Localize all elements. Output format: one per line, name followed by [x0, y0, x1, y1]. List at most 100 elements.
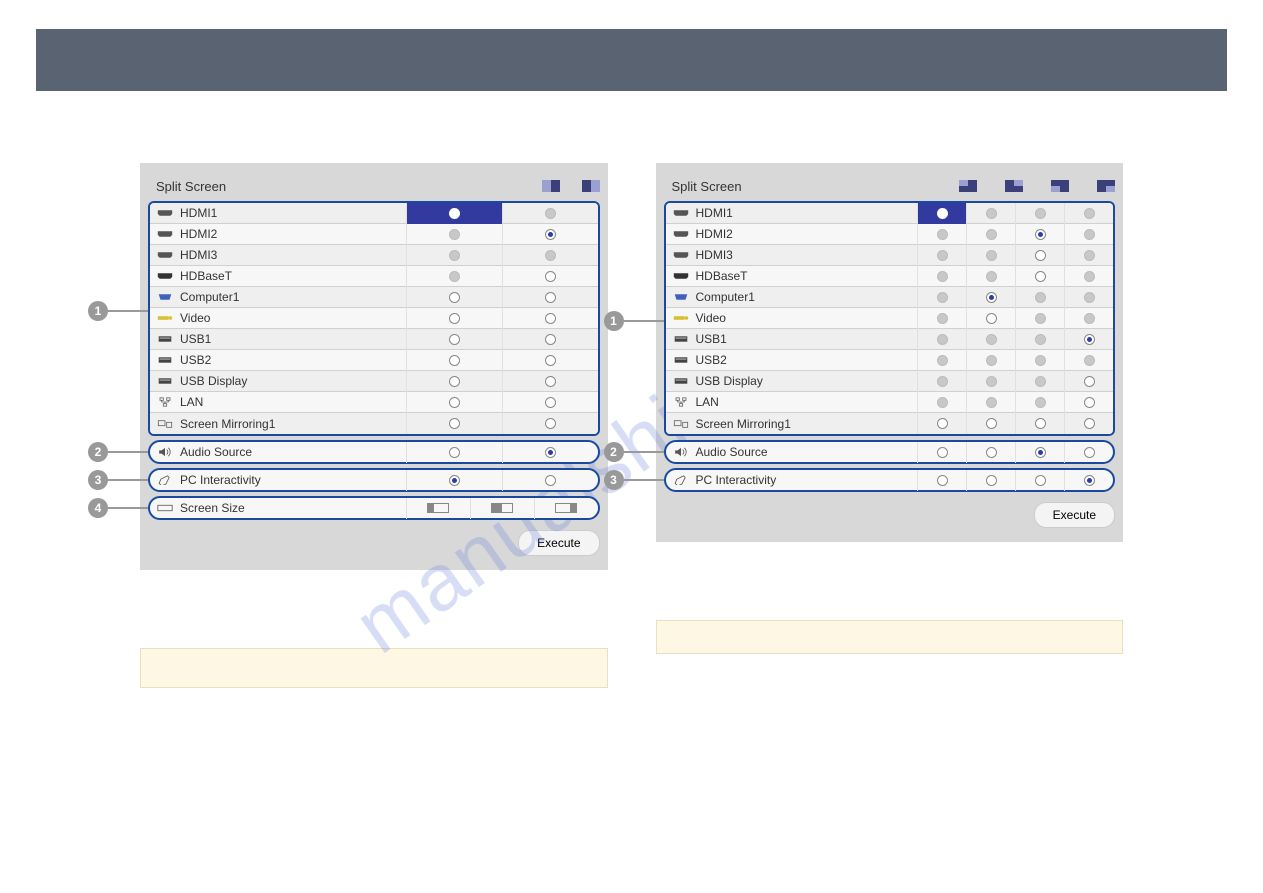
radio-cell[interactable] [406, 287, 502, 308]
callout-badge: 1 [88, 301, 108, 321]
radio-cell[interactable] [1015, 224, 1064, 245]
radio-cell[interactable] [502, 371, 598, 392]
source-label: HDMI2 [696, 227, 918, 241]
radio-cell[interactable] [502, 329, 598, 350]
radio-cell [966, 350, 1015, 371]
radio-cell[interactable] [966, 413, 1015, 434]
radio-cell[interactable] [1064, 329, 1113, 350]
execute-button[interactable]: Execute [518, 530, 599, 556]
radio-cell[interactable] [502, 392, 598, 413]
source-row: HDMI3 [666, 245, 1114, 266]
panel-title: Split Screen [672, 179, 960, 194]
note-box [656, 620, 1124, 654]
mirror-icon [666, 419, 696, 429]
radio-cell[interactable] [966, 308, 1015, 329]
setting-label: Audio Source [696, 445, 918, 459]
radio-cell[interactable] [1064, 470, 1113, 491]
usb-icon [666, 355, 696, 365]
radio-cell[interactable] [406, 371, 502, 392]
source-label: USB Display [696, 374, 918, 388]
radio-cell[interactable] [502, 470, 598, 491]
radio-cell[interactable] [1015, 413, 1064, 434]
radio-cell[interactable] [1064, 442, 1113, 463]
radio-cell[interactable] [406, 442, 502, 463]
radio-cell [1015, 350, 1064, 371]
radio-cell [917, 329, 966, 350]
radio-cell[interactable] [502, 442, 598, 463]
source-row: HDMI1 [150, 203, 598, 224]
radio-cell [1015, 308, 1064, 329]
hdbt-icon [150, 271, 180, 281]
source-label: Video [696, 311, 918, 325]
radio-cell[interactable] [1064, 392, 1113, 413]
radio-cell [1064, 224, 1113, 245]
source-label: HDMI1 [180, 206, 406, 220]
radio-cell[interactable] [406, 413, 502, 434]
radio-cell [406, 224, 502, 245]
screen-size-option[interactable] [470, 498, 534, 519]
radio-cell[interactable] [1015, 245, 1064, 266]
radio-cell[interactable] [406, 392, 502, 413]
radio-cell[interactable] [966, 470, 1015, 491]
source-row: LAN [666, 392, 1114, 413]
size-icon [150, 503, 180, 513]
radio-cell[interactable] [502, 308, 598, 329]
source-label: USB1 [696, 332, 918, 346]
callout-badge: 4 [88, 498, 108, 518]
radio-cell[interactable] [406, 350, 502, 371]
radio-cell[interactable] [406, 308, 502, 329]
radio-cell[interactable] [917, 413, 966, 434]
note-box [140, 648, 608, 688]
pen-icon [666, 475, 696, 485]
radio-cell [966, 245, 1015, 266]
lan-icon [150, 397, 180, 407]
radio-cell [917, 308, 966, 329]
radio-cell [966, 203, 1015, 224]
radio-cell[interactable] [502, 224, 598, 245]
source-list: HDMI1HDMI2HDMI3HDBaseTComputer1VideoUSB1… [664, 201, 1116, 436]
usb-icon [150, 334, 180, 344]
source-row: USB2 [666, 350, 1114, 371]
screen-size-option[interactable] [406, 498, 470, 519]
radio-cell [917, 245, 966, 266]
radio-cell[interactable] [502, 287, 598, 308]
radio-cell[interactable] [917, 203, 966, 224]
radio-cell [917, 224, 966, 245]
radio-cell[interactable] [966, 287, 1015, 308]
radio-cell[interactable] [966, 442, 1015, 463]
vga-icon [150, 292, 180, 302]
radio-cell [1064, 203, 1113, 224]
radio-cell [502, 203, 598, 224]
radio-cell [966, 371, 1015, 392]
radio-cell [502, 245, 598, 266]
radio-cell [406, 266, 502, 287]
radio-cell[interactable] [1064, 413, 1113, 434]
source-label: LAN [696, 395, 918, 409]
layout-icon-bl [1051, 180, 1069, 192]
radio-cell[interactable] [1015, 470, 1064, 491]
pen-icon [150, 475, 180, 485]
radio-cell[interactable] [406, 470, 502, 491]
radio-cell[interactable] [502, 266, 598, 287]
source-label: Screen Mirroring1 [696, 417, 918, 431]
radio-cell[interactable] [406, 203, 502, 224]
radio-cell[interactable] [406, 329, 502, 350]
source-row: USB Display [666, 371, 1114, 392]
radio-cell [917, 350, 966, 371]
source-label: Computer1 [180, 290, 406, 304]
radio-cell[interactable] [502, 350, 598, 371]
radio-cell[interactable] [917, 442, 966, 463]
layout-icon-br [1097, 180, 1115, 192]
radio-cell[interactable] [502, 413, 598, 434]
radio-cell[interactable] [1015, 266, 1064, 287]
radio-cell[interactable] [917, 470, 966, 491]
screen-size-option[interactable] [534, 498, 598, 519]
execute-button[interactable]: Execute [1034, 502, 1115, 528]
radio-cell[interactable] [1015, 442, 1064, 463]
radio-cell [1064, 266, 1113, 287]
radio-cell[interactable] [1064, 371, 1113, 392]
source-label: HDMI1 [696, 206, 918, 220]
setting-label: Screen Size [180, 501, 406, 515]
source-label: USB1 [180, 332, 406, 346]
radio-cell [1015, 203, 1064, 224]
